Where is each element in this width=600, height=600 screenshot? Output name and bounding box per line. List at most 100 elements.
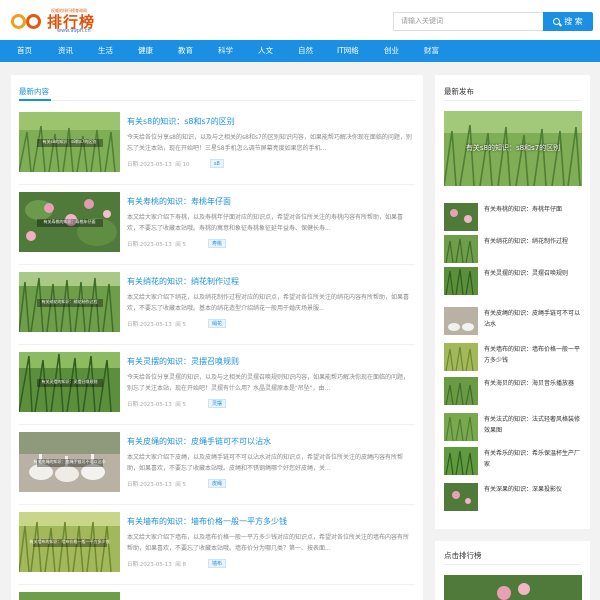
article-item: 有关灵摆的知识：灵摆召唤规则 有关灵摆的知识：灵摆召唤规则 今天给各位分享灵摆的… [19,352,415,432]
nav-item-humanities[interactable]: 人文 [258,40,273,62]
latest-published-panel: 最新发布 有关s8的知识：s8和s7的区别 有关寿桃的知识：寿桃年仔面 有关绡花… [435,75,590,529]
article-thumbnail[interactable]: 有关寿桃的知识：寿桃年仔面 [19,192,120,252]
sidebar-item[interactable]: 有关希乐的知识：希乐保温杯生产厂家 [444,447,584,477]
sidebar-item-title: 有关绡花的知识：绡花制作过程 [484,238,569,245]
sidebar-item[interactable]: 有关寿桃的知识：寿桃年仔面 [444,203,584,233]
search-input[interactable]: 请输入关键词 [393,12,543,31]
search-icon [553,18,561,25]
nav-item-startup[interactable]: 创业 [384,40,399,62]
nav-item-home[interactable]: 首页 [17,40,32,62]
article-excerpt: 本文给大家介绍下寿桃，以及寿桃年仔面对应的知识点，希望对各位所关注的寿桃内容有所… [127,214,404,232]
article-thumbnail[interactable]: 有关墙布的知识：墙布价格一般一平方多少钱 [19,512,120,572]
logo-url: www.99ph.cn [57,28,91,34]
search-button-label: 搜 索 [564,17,583,26]
section-heading: 最新内容 [19,87,49,96]
article-title[interactable]: 有关寿桃的知识：寿桃年仔面 [127,196,231,207]
article-date: 日期 2023-05-13 [127,402,172,408]
site-header: 权威的排行榜查询网 排行榜 www.99ph.cn 请输入关键词 搜 索 [0,0,600,40]
sidebar-item[interactable]: 有关皮绳的知识：皮绳手链可不可以沾水 [444,307,584,337]
thumbnail-caption: 有关皮绳的知识：皮绳手链可不可以沾水 [33,459,106,464]
nav-item-health[interactable]: 健康 [138,40,153,62]
article-views: 阅 8 [175,562,186,568]
article-item: 有关墙布的知识：墙布价格一般一平方多少钱 有关墙布的知识：墙布价格一般一平方多少… [19,512,415,592]
nav-item-education[interactable]: 教育 [178,40,193,62]
article-views: 阅 5 [175,402,186,408]
latest-content-panel: 最新内容 有关s8的知识：s8和s7的区别 有关s8的知识：s8和s7的区别 今… [11,75,423,600]
article-thumbnail[interactable] [19,592,120,600]
article-meta: 日期 2023-05-13 阅 10 [127,160,189,168]
article-thumbnail[interactable]: 有关绡花的知识：绡花制作过程 [19,272,120,332]
article-tag[interactable]: 墙布 [208,559,227,568]
sidebar-item[interactable]: 有关绡花的知识：绡花制作过程 [444,235,584,265]
article-date: 日期 2023-05-13 [127,562,172,568]
article-views: 阅 10 [175,162,190,168]
article-date: 日期 2023-05-13 [127,322,172,328]
search-button[interactable]: 搜 索 [543,12,593,31]
article-date: 日期 2023-05-13 [127,482,172,488]
sidebar-hero-image[interactable]: 有关s8的知识：s8和s7的区别 [444,111,582,186]
article-item: 有关绡花的知识：绡花制作过程 有关绡花的知识：绡花制作过程 本文给大家介绍下绡花… [19,272,415,352]
article-meta: 日期 2023-05-13 阅 5 [127,320,186,328]
sidebar-item-title: 有关灵摆的知识：灵摆召唤规则 [484,270,569,277]
nav-item-life[interactable]: 生活 [98,40,113,62]
article-title[interactable]: 有关s8的知识：s8和s7的区别 [127,116,235,127]
article-title[interactable]: 有关皮绳的知识：皮绳手链可不可以沾水 [127,436,271,447]
sidebar-item-title: 有关寿桃的知识：寿桃年仔面 [484,206,563,213]
site-logo[interactable]: 权威的排行榜查询网 排行榜 www.99ph.cn [11,8,101,34]
nav-item-it[interactable]: IT网络 [337,40,359,62]
sidebar-item[interactable]: 有关海贝的知识：海贝音乐播放器 [444,377,584,407]
article-tag[interactable]: 皮绳 [208,479,227,488]
sidebar-item-title: 有关皮绳的知识：皮绳手链可不可以沾水 [484,310,581,328]
article-title[interactable]: 有关墙布的知识：墙布价格一般一平方多少钱 [127,516,287,527]
sidebar-item-title: 有关希乐的知识：希乐保温杯生产厂家 [484,450,581,468]
nav-item-science[interactable]: 科学 [218,40,233,62]
article-views: 阅 5 [175,242,186,248]
sidebar-heading: 最新发布 [444,87,474,96]
sidebar-item[interactable]: 有关墙布的知识：墙布价格一般一平方多少钱 [444,343,584,373]
article-views: 阅 5 [175,322,186,328]
article-views: 阅 5 [175,482,186,488]
article-tag[interactable]: s8 [210,159,224,168]
thumbnail-caption: 有关绡花的知识：绡花制作过程 [41,299,98,304]
nav-item-nature[interactable]: 自然 [298,40,313,62]
thumbnail-caption: 有关灵摆的知识：灵摆召唤规则 [41,379,98,384]
article-excerpt: 本文给大家介绍下皮绳，以及皮绳手链可不可以沾水对应的知识点，希望对各位所关注的皮… [127,454,404,472]
article-title[interactable]: 有关绡花的知识：绡花制作过程 [127,276,239,287]
article-item: 有关皮绳的知识：皮绳手链可不可以沾水 有关皮绳的知识：皮绳手链可不可以沾水 本文… [19,432,415,512]
article-meta: 日期 2023-05-13 阅 8 [127,560,186,568]
sidebar-item-title: 有关法式的知识：法式轻奢风格装修效果图 [484,416,581,434]
sidebar-item[interactable]: 有关法式的知识：法式轻奢风格装修效果图 [444,413,584,443]
main-nav: 首页 资讯 生活 健康 教育 科学 人文 自然 IT网络 创业 财富 [0,40,600,62]
article-date: 日期 2023-05-13 [127,162,172,168]
article-item: 有关s8的知识：s8和s7的区别 有关s8的知识：s8和s7的区别 今天给各位分… [19,112,415,192]
ranking-image[interactable] [444,575,582,600]
article-thumbnail[interactable]: 有关皮绳的知识：皮绳手链可不可以沾水 [19,432,120,492]
ranking-heading: 点击排行榜 [444,551,482,560]
hero-caption: 有关s8的知识：s8和s7的区别 [465,144,561,152]
article-tag[interactable]: 灵摆 [208,399,227,408]
thumbnail-caption: 有关墙布的知识：墙布价格一般一平方多少钱 [29,539,110,544]
sidebar-item-title: 有关海贝的知识：海贝音乐播放器 [484,380,575,387]
article-title[interactable]: 有关灵摆的知识：灵摆召唤规则 [127,356,239,367]
article-thumbnail[interactable]: 有关灵摆的知识：灵摆召唤规则 [19,352,120,412]
sidebar-item[interactable]: 有关灵摆的知识：灵摆召唤规则 [444,267,584,297]
click-ranking-panel: 点击排行榜 [435,541,590,600]
logo-mark [11,14,47,29]
sidebar-item[interactable]: 有关深果的知识：深果投影仪 [444,483,584,513]
article-meta: 日期 2023-05-13 阅 5 [127,480,186,488]
article-date: 日期 2023-05-13 [127,242,172,248]
article-excerpt: 今天给各位分享s8的知识，以及与之相关的s8和s7的区别知识内容，如果能帮巧解决… [127,134,412,152]
nav-item-wealth[interactable]: 财富 [424,40,439,62]
sidebar-item-title: 有关深果的知识：深果投影仪 [484,486,563,493]
sidebar-item-title: 有关墙布的知识：墙布价格一般一平方多少钱 [484,346,581,364]
nav-item-news[interactable]: 资讯 [58,40,73,62]
article-excerpt: 本文给大家介绍下墙布，以及墙布价格一般一平方多少钱对应的知识点，希望对各位所关注… [127,534,410,552]
article-excerpt: 今天给各位分享灵摆的知识，以及与之相关的灵摆召唤规则知识内容，如果能帮巧解决你现… [127,374,410,392]
article-meta: 日期 2023-05-13 阅 5 [127,240,186,248]
article-tag[interactable]: 寿桃 [208,239,227,248]
article-thumbnail[interactable]: 有关s8的知识：s8和s7的区别 [19,112,120,172]
article-excerpt: 本文给大家介绍下绡花，以及绡花制作过程对应的知识点，希望对各位所关注的绡花内容有… [127,294,410,312]
article-tag[interactable]: 绡花 [208,319,227,328]
thumbnail-caption: 有关s8的知识：s8和s7的区别 [42,139,97,144]
article-item: 有关寿桃的知识：寿桃年仔面 有关寿桃的知识：寿桃年仔面 本文给大家介绍下寿桃，以… [19,192,415,272]
